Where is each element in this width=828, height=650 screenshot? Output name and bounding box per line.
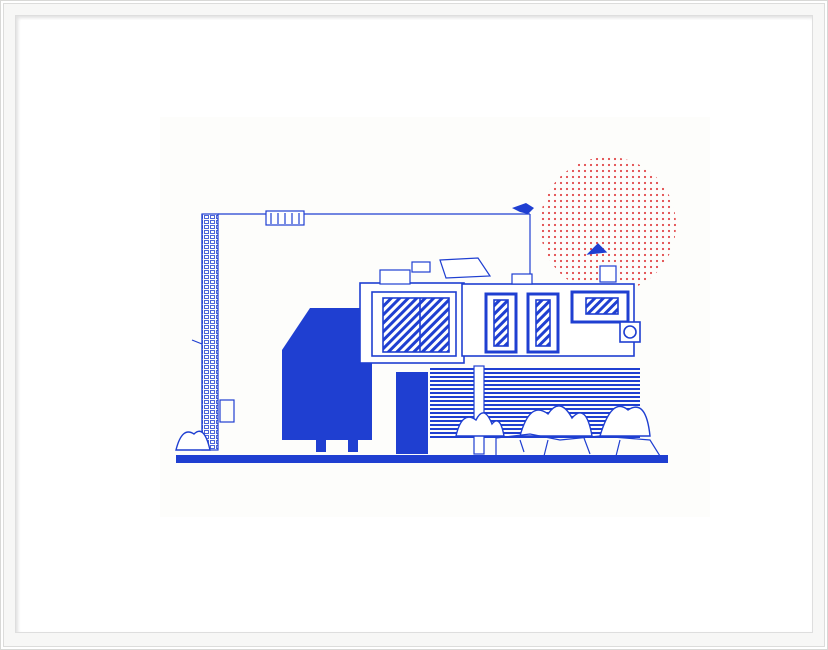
house-illustration <box>175 157 676 463</box>
bird-on-pole <box>512 203 534 214</box>
upper-house-box <box>359 282 641 364</box>
ground-strip <box>176 455 668 463</box>
